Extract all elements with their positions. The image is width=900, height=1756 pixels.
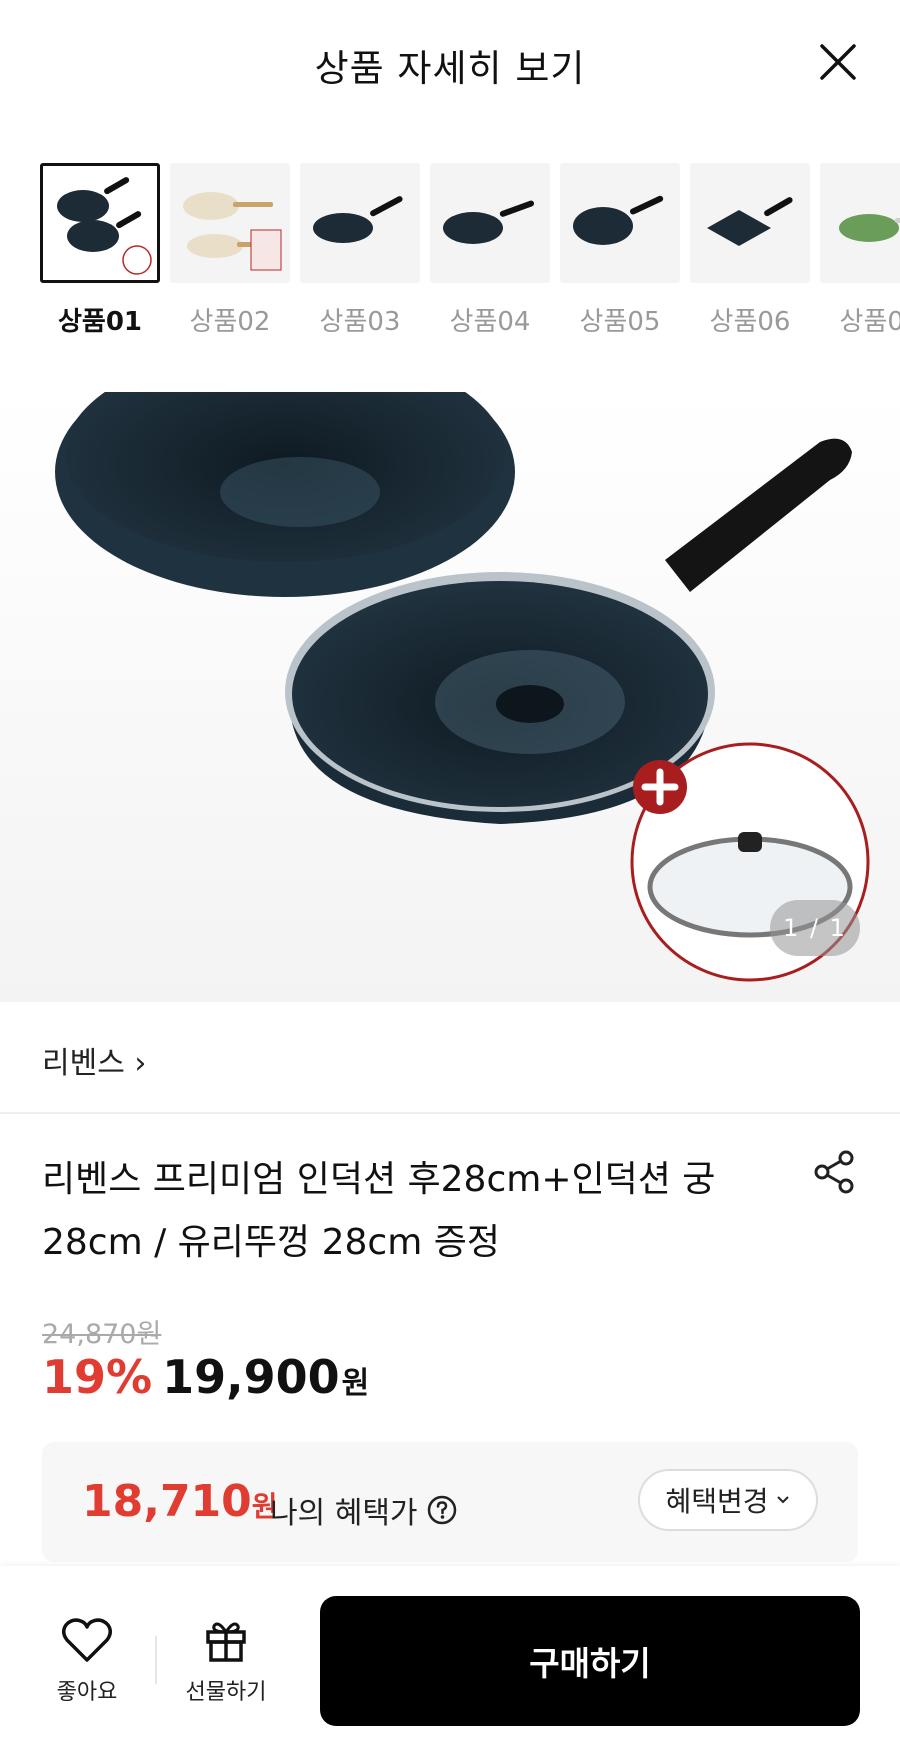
thumbnail-image [40, 163, 160, 283]
sale-price: 19,900 [162, 1350, 340, 1404]
thumbnail-label: 상품05 [579, 307, 661, 337]
thumbnail-label: 상품06 [709, 307, 791, 337]
benefit-label-row: 나의 혜택가 [270, 1488, 458, 1532]
thumbnail-image [690, 163, 810, 283]
thumbnail-item[interactable]: 상품02 [170, 163, 290, 338]
discount-rate: 19% [42, 1350, 153, 1404]
thumbnail-image [430, 163, 550, 283]
thumbnail-image [300, 163, 420, 283]
page-title: 상품 자세히 보기 [314, 47, 586, 90]
buy-button[interactable]: 구매하기 [320, 1596, 860, 1726]
header: 상품 자세히 보기 [0, 0, 900, 125]
chevron-down-icon [776, 1496, 789, 1504]
share-icon[interactable] [810, 1148, 858, 1196]
product-image[interactable]: 1 / 1 [0, 392, 900, 1002]
like-button[interactable]: 좋아요 [42, 1616, 132, 1706]
divider [155, 1636, 157, 1684]
frying-pan-illustration [55, 392, 870, 982]
thumbnail-item[interactable]: 상품01 [40, 163, 160, 338]
thumbnail-label: 상품04 [449, 307, 531, 337]
heart-icon [62, 1618, 112, 1662]
image-counter: 1 / 1 [770, 900, 860, 956]
thumbnail-item[interactable]: 상품05 [560, 163, 680, 338]
product-title: 리벤스 프리미엄 인덕션 후28cm+인덕션 궁 28cm / 유리뚜껑 28c… [42, 1159, 716, 1263]
bottom-action-bar: 좋아요 선물하기 구매하기 [0, 1566, 900, 1756]
currency-label: 원 [341, 1366, 370, 1401]
thumbnail-label: 상품02 [189, 307, 271, 337]
help-icon[interactable] [426, 1494, 458, 1526]
thumbnail-item[interactable]: 상품07 [820, 163, 900, 338]
thumbnail-strip: 상품01 상품02 상품03 상품04 상품05 상품06 상품0 [40, 163, 900, 338]
thumbnail-item[interactable]: 상품06 [690, 163, 810, 338]
gift-icon [206, 1622, 246, 1662]
thumbnail-label: 상품01 [57, 307, 143, 337]
original-price: 24,870원 [42, 1319, 162, 1350]
thumbnail-label: 상품03 [319, 307, 401, 337]
benefit-price-value: 18,710 [82, 1476, 252, 1527]
thumbnail-image [170, 163, 290, 283]
like-label: 좋아요 [56, 1680, 118, 1705]
divider [0, 1112, 900, 1114]
thumbnail-image [560, 163, 680, 283]
benefit-price: 18,710원 [82, 1476, 278, 1527]
close-icon[interactable] [818, 42, 858, 82]
gift-button[interactable]: 선물하기 [178, 1616, 274, 1706]
gift-label: 선물하기 [185, 1680, 267, 1705]
brand-link[interactable]: 리벤스 › [42, 1038, 146, 1082]
benefit-box: 18,710원 나의 혜택가 혜택변경 [42, 1442, 858, 1562]
thumbnail-item[interactable]: 상품04 [430, 163, 550, 338]
thumbnail-item[interactable]: 상품03 [300, 163, 420, 338]
benefit-label: 나의 혜택가 [270, 1496, 418, 1531]
benefit-change-label: 혜택변경 [665, 1485, 769, 1518]
price-row: 19% 19,900 원 [42, 1350, 369, 1404]
benefit-change-button[interactable]: 혜택변경 [638, 1469, 818, 1531]
thumbnail-image [820, 163, 900, 283]
thumbnail-label: 상품07 [839, 307, 900, 337]
